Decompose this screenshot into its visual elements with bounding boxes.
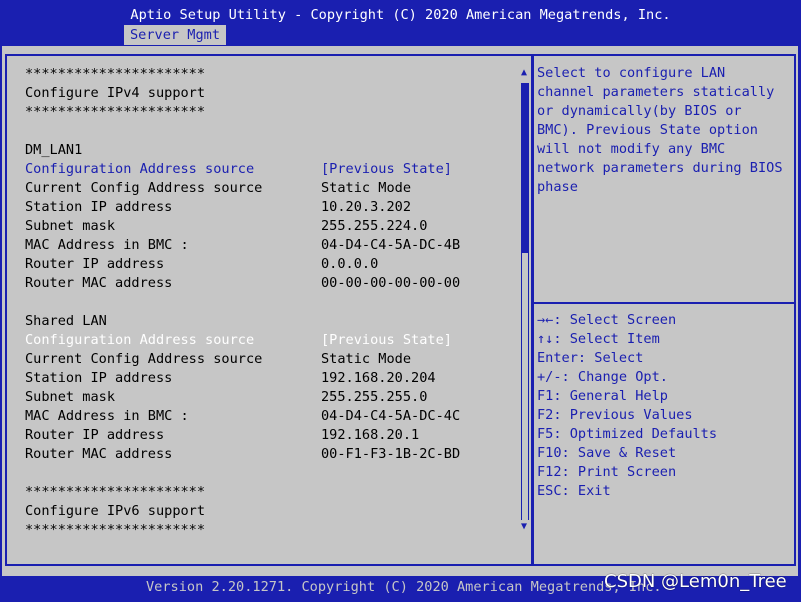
scroll-up-icon[interactable]: ▲: [518, 67, 530, 79]
tab-server-mgmt[interactable]: Server Mgmt: [124, 25, 227, 45]
help-line: or dynamically(by BIOS or: [537, 103, 742, 119]
dm-lan1-mac-bmc-label: MAC Address in BMC :: [25, 237, 189, 253]
key-legend-item: F10: Save & Reset: [537, 445, 677, 461]
key-legend-item: F5: Optimized Defaults: [537, 426, 718, 442]
dm-lan1-label: DM_LAN1: [25, 142, 83, 158]
help-line: network parameters during BIOS: [537, 160, 783, 176]
dm-lan1-station-ip-value: 10.20.3.202: [321, 199, 412, 215]
shared-lan-current-config-label: Current Config Address source: [25, 351, 263, 367]
key-legend-item: ESC: Exit: [537, 483, 611, 499]
dm-lan1-router-ip-value: 0.0.0.0: [321, 256, 379, 272]
help-line: will not modify any BMC: [537, 141, 726, 157]
dm-lan1-router-mac-value: 00-00-00-00-00-00: [321, 275, 461, 291]
shared-lan-router-mac-value: 00-F1-F3-1B-2C-BD: [321, 446, 461, 462]
shared-lan-station-ip-value: 192.168.20.204: [321, 370, 436, 386]
dm-lan1-subnet-value: 255.255.224.0: [321, 218, 428, 234]
shared-lan-station-ip-label: Station IP address: [25, 370, 173, 386]
app-title: Aptio Setup Utility - Copyright (C) 2020…: [130, 7, 671, 23]
key-legend-item: ↑↓: Select Item: [537, 331, 660, 347]
key-legend-item: +/-: Change Opt.: [537, 369, 668, 385]
key-legend-item: →←: Select Screen: [537, 312, 677, 328]
shared-lan-router-mac-label: Router MAC address: [25, 446, 173, 462]
shared-lan-subnet-label: Subnet mask: [25, 389, 116, 405]
shared-lan-router-ip-value: 192.168.20.1: [321, 427, 420, 443]
help-divider: [532, 302, 796, 304]
shared-lan-config-source-select[interactable]: [Previous State]: [321, 331, 452, 350]
shared-lan-current-config-value: Static Mode: [321, 351, 412, 367]
watermark: CSDN @Lem0n_Tree: [604, 571, 787, 592]
separator-stars: **********************: [25, 104, 206, 120]
ipv6-heading: Configure IPv6 support: [25, 503, 206, 519]
dm-lan1-station-ip-label: Station IP address: [25, 199, 173, 215]
key-legend-item: F12: Print Screen: [537, 464, 677, 480]
help-line: phase: [537, 179, 578, 195]
dm-lan1-config-source-label[interactable]: Configuration Address source: [25, 160, 254, 179]
key-legend-item: F1: General Help: [537, 388, 668, 404]
shared-lan-config-source-label[interactable]: Configuration Address source: [25, 331, 254, 350]
dm-lan1-mac-bmc-value: 04-D4-C4-5A-DC-4B: [321, 237, 461, 253]
scrollbar-thumb[interactable]: [521, 83, 529, 253]
dm-lan1-router-mac-label: Router MAC address: [25, 275, 173, 291]
shared-lan-mac-bmc-label: MAC Address in BMC :: [25, 408, 189, 424]
ipv4-heading: Configure IPv4 support: [25, 85, 206, 101]
dm-lan1-subnet-label: Subnet mask: [25, 218, 116, 234]
scroll-down-icon[interactable]: ▼: [518, 521, 530, 533]
shared-lan-router-ip-label: Router IP address: [25, 427, 165, 443]
separator-stars: **********************: [25, 484, 206, 500]
dm-lan1-config-source-select[interactable]: [Previous State]: [321, 160, 452, 179]
footer-version: Version 2.20.1271. Copyright (C) 2020 Am…: [146, 579, 662, 595]
dm-lan1-current-config-label: Current Config Address source: [25, 180, 263, 196]
key-legend-item: Enter: Select: [537, 350, 644, 366]
shared-lan-mac-bmc-value: 04-D4-C4-5A-DC-4C: [321, 408, 461, 424]
shared-lan-subnet-value: 255.255.255.0: [321, 389, 428, 405]
shared-lan-label: Shared LAN: [25, 313, 107, 329]
help-line: Select to configure LAN: [537, 65, 726, 81]
dm-lan1-current-config-value: Static Mode: [321, 180, 412, 196]
separator-stars: **********************: [25, 522, 206, 538]
separator-stars: **********************: [25, 66, 206, 82]
key-legend-item: F2: Previous Values: [537, 407, 693, 423]
help-line: channel parameters statically: [537, 84, 775, 100]
dm-lan1-router-ip-label: Router IP address: [25, 256, 165, 272]
help-line: BMC). Previous State option: [537, 122, 758, 138]
